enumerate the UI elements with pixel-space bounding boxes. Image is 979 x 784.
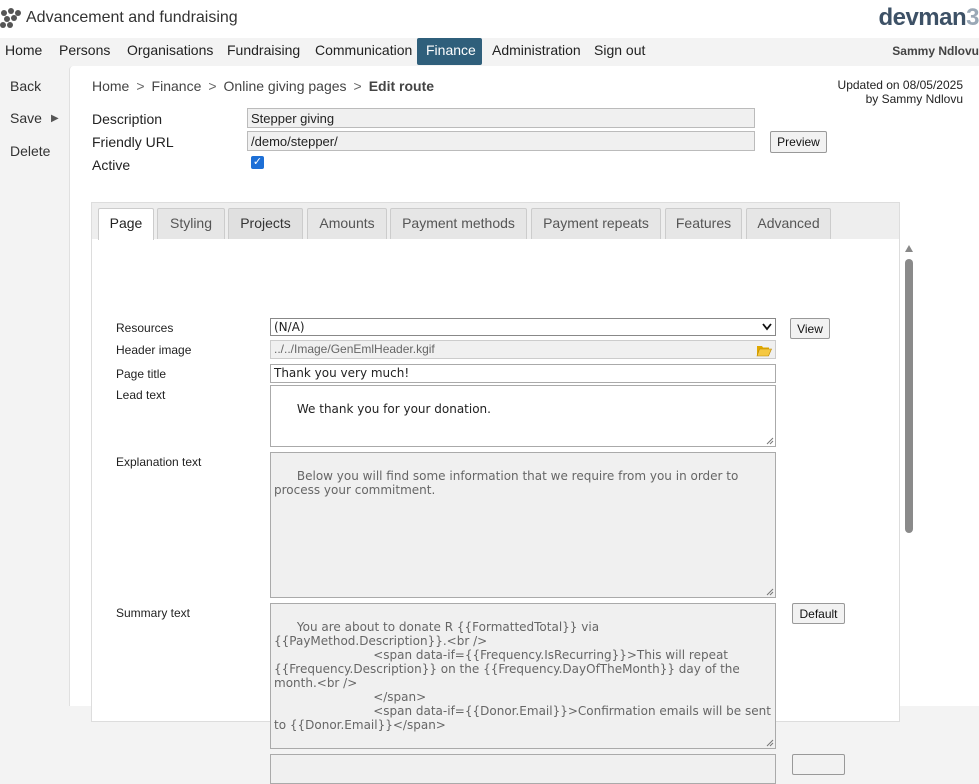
description-input[interactable]: [247, 108, 755, 128]
current-user[interactable]: Sammy Ndlovu: [892, 44, 979, 58]
nav-administration[interactable]: Administration: [483, 38, 590, 65]
breadcrumb-home[interactable]: Home: [92, 78, 129, 94]
main-nav: Home Persons Organisations Fundraising C…: [0, 38, 979, 65]
friendly-url-input[interactable]: [247, 131, 755, 151]
last-updated-info: Updated on 08/05/2025 by Sammy Ndlovu: [838, 78, 963, 106]
resources-select[interactable]: (N/A): [270, 318, 776, 336]
breadcrumb-separator: >: [353, 78, 362, 94]
brand-name: devman: [878, 4, 967, 31]
breadcrumb-separator: >: [136, 78, 145, 94]
breadcrumb-finance[interactable]: Finance: [152, 78, 202, 94]
folder-open-icon[interactable]: [756, 344, 772, 357]
app-title: Advancement and fundraising: [26, 9, 238, 26]
lead-text-value: We thank you for your donation.: [296, 402, 491, 416]
resources-selected-value: (N/A): [274, 320, 305, 334]
explanation-text-placeholder: Below you will find some information tha…: [274, 469, 743, 497]
chevron-down-icon: [762, 323, 772, 331]
next-field-textarea[interactable]: [270, 754, 776, 784]
default-button[interactable]: Default: [792, 603, 845, 624]
active-checkbox[interactable]: ✓: [251, 156, 264, 169]
nav-home[interactable]: Home: [0, 38, 51, 65]
active-label: Active: [92, 157, 131, 173]
nav-persons[interactable]: Persons: [50, 38, 119, 65]
lead-text-label: Lead text: [116, 388, 166, 402]
resize-grip-icon[interactable]: [766, 739, 774, 747]
tab-styling[interactable]: Styling: [157, 208, 225, 239]
preview-button[interactable]: Preview: [770, 131, 827, 153]
tab-page[interactable]: Page: [98, 208, 154, 240]
scroll-up-arrow-icon[interactable]: [905, 245, 913, 252]
tab-amounts[interactable]: Amounts: [307, 208, 387, 239]
app-logo-icon: [0, 8, 21, 28]
scrollbar-thumb[interactable]: [905, 259, 913, 533]
tab-features[interactable]: Features: [665, 208, 742, 239]
summary-text-label: Summary text: [116, 606, 191, 620]
nav-sign-out[interactable]: Sign out: [585, 38, 654, 65]
nav-fundraising[interactable]: Fundraising: [218, 38, 309, 65]
tab-advanced[interactable]: Advanced: [746, 208, 831, 239]
nav-finance[interactable]: Finance: [417, 38, 482, 65]
description-label: Description: [92, 111, 163, 127]
resize-grip-icon[interactable]: [766, 588, 774, 596]
nav-organisations[interactable]: Organisations: [118, 38, 222, 65]
lead-text-textarea[interactable]: We thank you for your donation.: [270, 385, 776, 447]
tab-strip: Page Styling Projects Amounts Payment me…: [92, 203, 899, 240]
top-bar: Advancement and fundraising devman3: [0, 0, 979, 38]
save-menu-arrow-icon[interactable]: ▶: [51, 113, 59, 124]
back-button[interactable]: Back: [10, 78, 41, 94]
resize-grip-icon[interactable]: [766, 437, 774, 445]
explanation-text-label: Explanation text: [116, 455, 202, 469]
page-title-input[interactable]: Thank you very much!: [270, 364, 776, 383]
tab-projects[interactable]: Projects: [228, 208, 303, 239]
explanation-text-textarea[interactable]: Below you will find some information tha…: [270, 452, 776, 598]
nav-communication[interactable]: Communication: [306, 38, 421, 65]
breadcrumb: Home > Finance > Online giving pages > Edit ro…: [92, 78, 434, 94]
summary-text-placeholder: You are about to donate R {{FormattedTot…: [274, 620, 771, 732]
header-image-label: Header image: [116, 343, 192, 357]
page-title-label: Page title: [116, 367, 167, 381]
tab-panel: Page Styling Projects Amounts Payment me…: [91, 202, 913, 784]
delete-button[interactable]: Delete: [10, 143, 50, 159]
brand-logo: devman3: [878, 4, 979, 32]
summary-text-textarea[interactable]: You are about to donate R {{FormattedTot…: [270, 603, 776, 749]
main-panel: Home > Finance > Online giving pages > Edit ro…: [69, 66, 979, 784]
friendly-url-label: Friendly URL: [92, 134, 174, 150]
breadcrumb-current: Edit route: [368, 78, 435, 94]
save-button[interactable]: Save: [10, 110, 42, 126]
updated-date: Updated on 08/05/2025: [837, 78, 963, 92]
next-default-button[interactable]: [792, 754, 845, 775]
breadcrumb-online-giving-pages[interactable]: Online giving pages: [224, 78, 347, 94]
view-button[interactable]: View: [790, 318, 830, 339]
scrollbar[interactable]: [903, 245, 915, 725]
resources-label: Resources: [116, 321, 174, 335]
brand-tail: 3: [966, 4, 979, 31]
tab-payment-repeats[interactable]: Payment repeats: [531, 208, 661, 239]
tab-payment-methods[interactable]: Payment methods: [390, 208, 527, 239]
breadcrumb-separator: >: [208, 78, 217, 94]
header-image-field[interactable]: ../../Image/GenEmlHeader.kgif: [270, 340, 776, 359]
updated-by: by Sammy Ndlovu: [865, 92, 963, 106]
